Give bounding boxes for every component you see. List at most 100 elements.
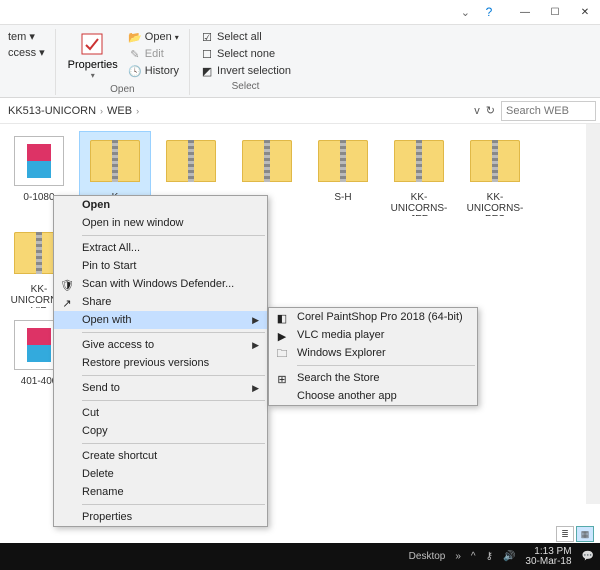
menu-item-open-with[interactable]: Open with▶	[54, 311, 267, 329]
zip-icon	[166, 140, 216, 182]
menu-separator	[82, 235, 265, 236]
menu-item-label: Corel PaintShop Pro 2018 (64-bit)	[297, 311, 463, 323]
view-icons-button[interactable]: ▦	[576, 526, 594, 542]
path-dropdown-button[interactable]: v	[474, 105, 480, 117]
zip-icon	[318, 140, 368, 182]
menu-item-label: Copy	[82, 425, 108, 437]
invert-selection-button[interactable]: ◩ Invert selection	[198, 63, 293, 79]
ribbon-caret-icon[interactable]: ⌄	[461, 6, 470, 19]
tray-chevron-icon[interactable]: »	[455, 551, 461, 562]
chevron-right-icon: ›	[100, 106, 103, 116]
select-none-button[interactable]: ☐ Select none	[198, 46, 293, 62]
menu-item-open-in-new-window[interactable]: Open in new window	[54, 214, 267, 232]
window-titlebar: ⌄ ? — ☐ ✕	[0, 0, 600, 25]
context-menu: Open Open in new window Extract All... Pin …	[53, 195, 268, 527]
ribbon-item-access[interactable]: ccess▾	[6, 45, 47, 60]
ribbon-item-item[interactable]: tem▾	[6, 29, 47, 44]
menu-item-label: Give access to	[82, 339, 154, 351]
menu-item-rename[interactable]: Rename	[54, 483, 267, 501]
menu-item-label: Restore previous versions	[82, 357, 209, 369]
maximize-button[interactable]: ☐	[540, 0, 570, 25]
history-button[interactable]: 🕓 History	[126, 63, 181, 79]
help-icon[interactable]: ?	[474, 0, 504, 25]
ribbon-group-select: ☑ Select all ☐ Select none ◩ Invert sele…	[198, 29, 301, 95]
menu-item-extract-all[interactable]: Extract All...	[54, 239, 267, 257]
edit-icon: ✎	[128, 47, 142, 61]
menu-item-label: Share	[82, 296, 111, 308]
ribbon-group-caption: Open	[64, 84, 181, 95]
ribbon-group-open: Properties ▾ 📂 Open▾ ✎ Edit 🕓 History Op…	[64, 29, 190, 95]
close-button[interactable]: ✕	[570, 0, 600, 25]
context-submenu-open-with: ◧ Corel PaintShop Pro 2018 (64-bit) ▶VLC m…	[268, 307, 478, 406]
menu-item-label: Rename	[82, 486, 124, 498]
zip-file-tile[interactable]: KK-UNICORNS-JEF	[384, 132, 454, 216]
file-label: 401-400	[21, 376, 58, 387]
menu-item-share[interactable]: ↗Share	[54, 293, 267, 311]
minimize-button[interactable]: —	[510, 0, 540, 25]
zip-icon	[470, 140, 520, 182]
select-all-icon: ☑	[200, 30, 214, 44]
menu-separator	[82, 443, 265, 444]
menu-item-label: Delete	[82, 468, 114, 480]
zip-file-tile[interactable]: KK-UNICORNS-PES	[460, 132, 530, 216]
system-clock[interactable]: 1:13 PM 30-Mar-18	[525, 547, 571, 567]
menu-item-label: Pin to Start	[82, 260, 136, 272]
properties-button[interactable]: Properties ▾	[64, 29, 122, 82]
breadcrumb-seg[interactable]: KK513-UNICORN	[8, 105, 96, 117]
menu-item-windows-explorer[interactable]: 🗀Windows Explorer	[269, 344, 477, 362]
file-label: KK-UNICORNS-JEF	[384, 192, 454, 216]
menu-separator	[82, 504, 265, 505]
file-label: 0-1080	[23, 192, 54, 203]
volume-icon[interactable]: 🔊	[503, 551, 515, 562]
menu-item-restore-previous-versions[interactable]: Restore previous versions	[54, 354, 267, 372]
submenu-arrow-icon: ▶	[252, 315, 259, 326]
menu-item-delete[interactable]: Delete	[54, 465, 267, 483]
select-all-button[interactable]: ☑ Select all	[198, 29, 293, 45]
history-icon: 🕓	[128, 64, 142, 78]
menu-item-label: Send to	[82, 382, 120, 394]
invert-selection-icon: ◩	[200, 64, 214, 78]
edit-button: ✎ Edit	[126, 46, 181, 62]
breadcrumb[interactable]: KK513-UNICORN › WEB ›	[4, 105, 474, 117]
network-icon[interactable]: ⚷	[486, 551, 493, 562]
menu-item-pin-to-start[interactable]: Pin to Start	[54, 257, 267, 275]
search-input[interactable]	[501, 101, 596, 121]
menu-item-label: Properties	[82, 511, 132, 523]
menu-item-label: Search the Store	[297, 372, 380, 384]
desktop-toolbar[interactable]: Desktop	[409, 551, 446, 562]
refresh-button[interactable]: ↻	[486, 104, 495, 117]
menu-separator	[82, 332, 265, 333]
properties-label: Properties	[68, 59, 118, 71]
menu-item-label: Choose another app	[297, 390, 397, 402]
menu-item-corel-paintshop-pro-2018-64-bit[interactable]: ◧ Corel PaintShop Pro 2018 (64-bit)	[269, 308, 477, 326]
breadcrumb-seg[interactable]: WEB	[107, 105, 132, 117]
zip-file-tile[interactable]: S-H	[308, 132, 378, 216]
menu-item-label: Cut	[82, 407, 99, 419]
view-details-button[interactable]: ≣	[556, 526, 574, 542]
menu-item-search-the-store[interactable]: ⊞Search the Store	[269, 369, 477, 387]
action-center-icon[interactable]: 💬	[582, 551, 594, 562]
menu-item-create-shortcut[interactable]: Create shortcut	[54, 447, 267, 465]
menu-item-open[interactable]: Open	[54, 196, 267, 214]
menu-item-give-access-to[interactable]: Give access to ▶	[54, 336, 267, 354]
file-label: KK-UNICORNS-PES	[460, 192, 530, 216]
menu-separator	[297, 365, 475, 366]
menu-item-send-to[interactable]: Send to ▶	[54, 379, 267, 397]
menu-item-vlc-media-player[interactable]: ▶VLC media player	[269, 326, 477, 344]
taskbar: Desktop » ^ ⚷ 🔊 1:13 PM 30-Mar-18 💬	[0, 543, 600, 570]
submenu-arrow-icon: ▶	[252, 383, 259, 394]
menu-item-label: Open	[82, 199, 110, 211]
menu-item-icon: ◧	[274, 310, 290, 326]
menu-separator	[82, 375, 265, 376]
menu-item-cut[interactable]: Cut	[54, 404, 267, 422]
menu-item-copy[interactable]: Copy	[54, 422, 267, 440]
submenu-arrow-icon: ▶	[252, 340, 259, 351]
tray-up-icon[interactable]: ^	[471, 551, 476, 562]
menu-item-icon: ▶	[274, 328, 290, 344]
menu-item-properties[interactable]: Properties	[54, 508, 267, 526]
menu-item-choose-another-app[interactable]: Choose another app	[269, 387, 477, 405]
menu-item-scan-with-windows-defender[interactable]: 🛡Scan with Windows Defender...	[54, 275, 267, 293]
status-bar: ≣ ▦	[0, 525, 600, 543]
menu-item-label: Extract All...	[82, 242, 140, 254]
open-button[interactable]: 📂 Open▾	[126, 29, 181, 45]
